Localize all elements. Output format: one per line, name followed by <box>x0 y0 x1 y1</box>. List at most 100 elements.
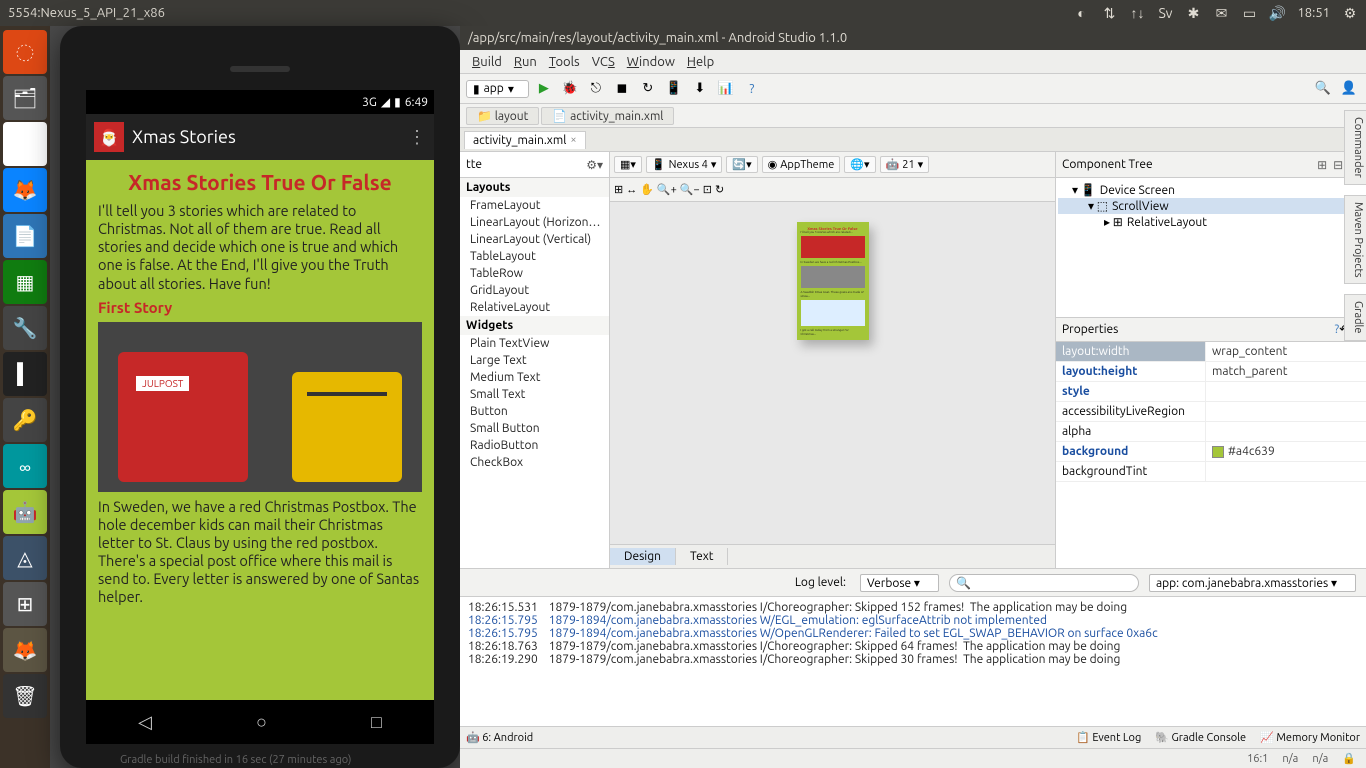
back-icon[interactable]: ◁ <box>138 712 152 733</box>
gimp-icon[interactable]: 🦊 <box>3 628 47 672</box>
menu-window[interactable]: Window <box>623 55 679 69</box>
search-icon[interactable]: 🔍 <box>1312 78 1334 100</box>
log-output[interactable]: 18:26:15.531 1879-1879/com.janebabra.xma… <box>460 597 1366 726</box>
bluetooth-icon[interactable]: ✱ <box>1185 5 1201 21</box>
palette-item[interactable]: Button <box>460 403 609 420</box>
palette-item[interactable]: GridLayout <box>460 282 609 299</box>
tab-text[interactable]: Text <box>676 548 729 565</box>
property-row[interactable]: layout:heightmatch_parent <box>1056 362 1366 382</box>
dash-icon[interactable]: ◌ <box>3 30 47 74</box>
property-row[interactable]: layout:widthwrap_content <box>1056 342 1366 362</box>
property-row[interactable]: style <box>1056 382 1366 402</box>
menu-help[interactable]: Help <box>683 55 718 69</box>
run-config-selector[interactable]: ▮ app ▾ <box>466 80 529 98</box>
sync-button[interactable]: ↻ <box>637 78 659 100</box>
property-row[interactable]: background#a4c639 <box>1056 442 1366 462</box>
side-maven[interactable]: Maven Projects <box>1344 195 1366 285</box>
palette-item[interactable]: Large Text <box>460 352 609 369</box>
side-commander[interactable]: Commander <box>1344 110 1366 185</box>
palette-item[interactable]: TableRow <box>460 265 609 282</box>
design-canvas[interactable]: Xmas Stories True Or False I'll tell you… <box>610 202 1055 544</box>
expand-icon[interactable]: ⊞ <box>1317 158 1327 172</box>
palette-item[interactable]: Medium Text <box>460 369 609 386</box>
palette-item[interactable]: RelativeLayout <box>460 299 609 316</box>
avd-button[interactable]: 📱 <box>663 78 685 100</box>
crumb-file[interactable]: 📄 activity_main.xml <box>541 107 674 125</box>
spacing-tool[interactable]: ↔ <box>626 184 637 196</box>
attach-button[interactable]: ⎋ <box>585 78 607 100</box>
menu-tools[interactable]: Tools <box>545 55 584 69</box>
property-row[interactable]: accessibilityLiveRegion <box>1056 402 1366 422</box>
debug-button[interactable]: 🐞 <box>559 78 581 100</box>
clock[interactable]: 18:51 <box>1297 6 1330 20</box>
android-icon[interactable]: 🤖 <box>3 490 47 534</box>
updates-icon[interactable]: ↑↓ <box>1129 5 1145 21</box>
pan-tool[interactable]: ✋ <box>640 183 654 196</box>
close-tab-icon[interactable]: × <box>570 134 576 146</box>
files-icon[interactable]: 🗂 <box>3 76 47 120</box>
chrome-tray-icon[interactable]: ◐ <box>1073 5 1089 21</box>
tab-activity-main[interactable]: activity_main.xml× <box>464 131 586 149</box>
palette-item[interactable]: Small Button <box>460 420 609 437</box>
layout-preview[interactable]: Xmas Stories True Or False I'll tell you… <box>797 222 869 340</box>
android-studio-icon[interactable]: ◬ <box>3 536 47 580</box>
writer-icon[interactable]: 📄 <box>3 214 47 258</box>
palette-item[interactable]: Plain TextView <box>460 335 609 352</box>
user-icon[interactable]: 👤 <box>1338 78 1360 100</box>
network-icon[interactable]: ⇅ <box>1101 5 1117 21</box>
tree-relativelayout[interactable]: ▸ ⊞ RelativeLayout <box>1058 214 1364 230</box>
volume-icon[interactable]: 🔊 <box>1269 5 1285 21</box>
device-selector[interactable]: 📱 Nexus 4 ▾ <box>646 156 723 173</box>
crumb-layout[interactable]: 📁 layout <box>466 107 539 125</box>
log-search-input[interactable]: 🔍 <box>949 574 1139 592</box>
palette-item[interactable]: TableLayout <box>460 248 609 265</box>
view-options[interactable]: ▦▾ <box>614 156 642 173</box>
menu-vcs[interactable]: VCS <box>588 55 619 69</box>
palette-item[interactable]: LinearLayout (Vertical) <box>460 231 609 248</box>
align-tool[interactable]: ⊞ <box>614 183 623 196</box>
battery-icon[interactable]: ▭ <box>1241 5 1257 21</box>
palette-item[interactable]: RadioButton <box>460 437 609 454</box>
menu-run[interactable]: Run <box>510 55 541 69</box>
collapse-icon[interactable]: ⊟ <box>1333 158 1343 172</box>
property-row[interactable]: alpha <box>1056 422 1366 442</box>
run-button[interactable]: ▶ <box>533 78 555 100</box>
tree-device[interactable]: ▾ 📱 Device Screen <box>1058 182 1364 198</box>
menu-build[interactable]: Build <box>468 55 506 69</box>
log-level-select[interactable]: Verbose ▾ <box>860 574 939 592</box>
palette-gear-icon[interactable]: ⚙▾ <box>586 158 603 172</box>
side-gradle[interactable]: Gradle <box>1344 294 1366 341</box>
overflow-menu-icon[interactable]: ⋮ <box>408 127 426 148</box>
zoom-fit-icon[interactable]: ⊡ <box>703 183 712 196</box>
component-tree[interactable]: ▾ 📱 Device Screen ▾ ⬚ ScrollView ▸ ⊞ Rel… <box>1056 178 1366 318</box>
tree-scrollview[interactable]: ▾ ⬚ ScrollView <box>1058 198 1364 214</box>
tab-event-log[interactable]: 📋 Event Log <box>1076 731 1141 744</box>
keepass-icon[interactable]: 🔑 <box>3 398 47 442</box>
home-icon[interactable]: ○ <box>256 712 267 733</box>
session-icon[interactable]: ⚙ <box>1342 5 1358 21</box>
palette-item[interactable]: LinearLayout (Horizontal) <box>460 214 609 231</box>
api-selector[interactable]: 🤖21▾ <box>880 156 930 173</box>
locale[interactable]: 🌐▾ <box>844 156 875 173</box>
tab-gradle-console[interactable]: 🐘 Gradle Console <box>1155 731 1246 744</box>
theme-selector[interactable]: ◉AppTheme <box>762 156 841 173</box>
monitor-button[interactable]: 📊 <box>715 78 737 100</box>
tab-memory[interactable]: 📈 Memory Monitor <box>1260 731 1360 744</box>
help-button[interactable]: ? <box>741 78 763 100</box>
palette-item[interactable]: CheckBox <box>460 454 609 471</box>
calculator-icon[interactable]: ⊞ <box>3 582 47 626</box>
zoom-in-icon[interactable]: 🔍+ <box>657 183 677 196</box>
log-filter-select[interactable]: app: com.janebabra.xmasstories ▾ <box>1149 574 1356 592</box>
chrome-icon[interactable]: ◉ <box>3 122 47 166</box>
stop-button[interactable]: ◼ <box>611 78 633 100</box>
app-content[interactable]: Xmas Stories True Or False I'll tell you… <box>86 160 434 700</box>
palette-item[interactable]: Small Text <box>460 386 609 403</box>
terminal-icon[interactable]: ▍ <box>3 352 47 396</box>
orientation[interactable]: 🔄▾ <box>726 156 757 173</box>
firefox-icon[interactable]: 🦊 <box>3 168 47 212</box>
trash-icon[interactable]: 🗑 <box>3 674 47 718</box>
recents-icon[interactable]: □ <box>371 712 382 733</box>
keyboard-icon[interactable]: Sv <box>1157 5 1173 21</box>
sdk-button[interactable]: ⬇ <box>689 78 711 100</box>
calc-icon[interactable]: ▦ <box>3 260 47 304</box>
